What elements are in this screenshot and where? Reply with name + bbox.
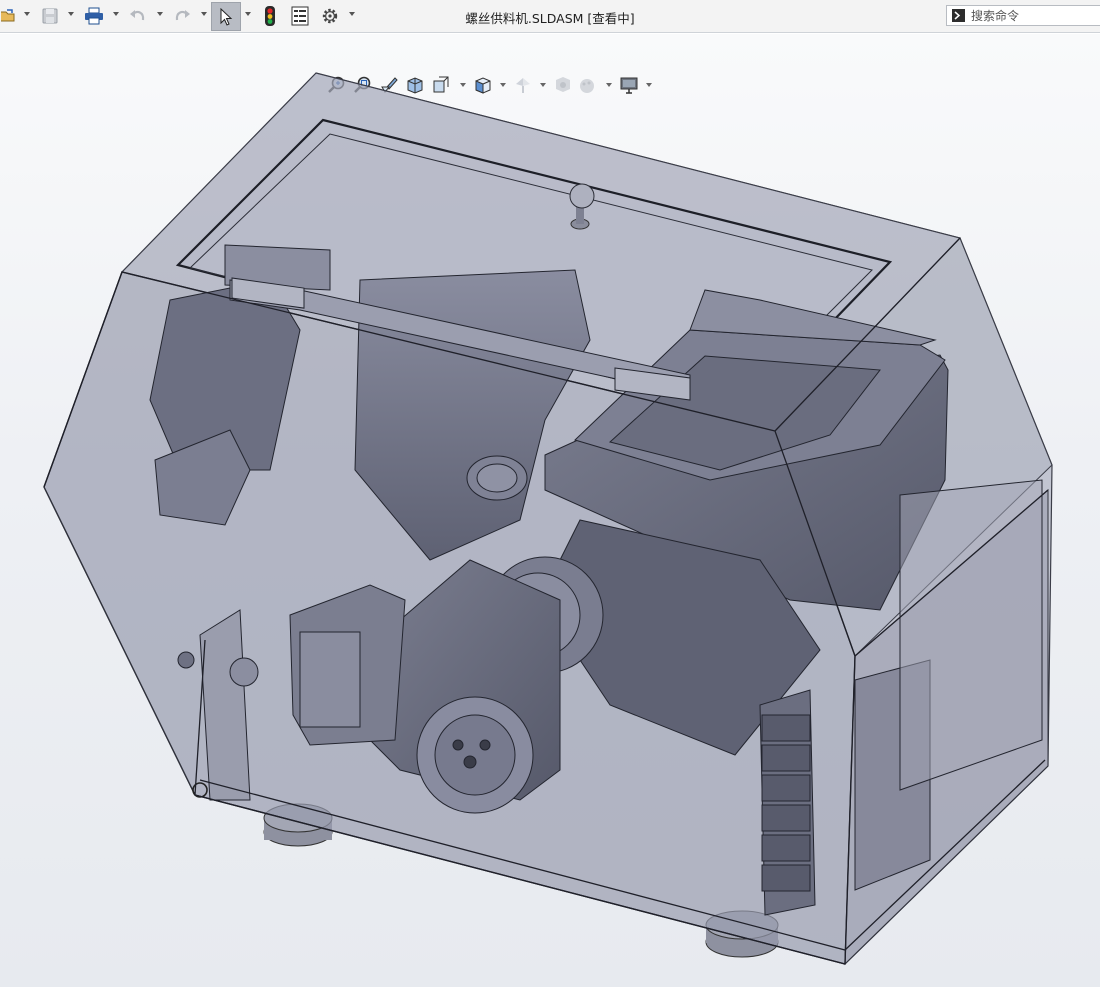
redo-dropdown[interactable] (201, 12, 207, 16)
redo-button[interactable] (170, 4, 194, 28)
file-properties-icon (291, 6, 309, 26)
open-icon (1, 9, 15, 22)
gear-icon (322, 8, 338, 24)
redo-icon (175, 10, 190, 21)
save-dropdown[interactable] (68, 12, 74, 16)
save-button[interactable] (38, 4, 62, 28)
select-dropdown[interactable] (245, 12, 251, 16)
open-dropdown[interactable] (24, 12, 30, 16)
print-icon (85, 7, 103, 25)
rebuild-button[interactable] (260, 4, 280, 28)
save-icon (42, 8, 58, 24)
document-title: 螺丝供料机.SLDASM [查看中] (465, 11, 635, 26)
open-button[interactable] (0, 4, 18, 28)
select-button[interactable] (211, 2, 241, 31)
title-bar: 螺丝供料机.SLDASM [查看中] (0, 0, 1100, 33)
print-dropdown[interactable] (113, 12, 119, 16)
file-properties-button[interactable] (289, 4, 311, 28)
command-search[interactable] (946, 5, 1100, 26)
command-prompt-icon (952, 9, 965, 22)
undo-dropdown[interactable] (157, 12, 163, 16)
traffic-light-icon (265, 6, 275, 26)
undo-button[interactable] (126, 4, 150, 28)
search-input[interactable] (971, 8, 1091, 23)
undo-icon (130, 10, 145, 21)
graphics-area[interactable] (0, 34, 1100, 987)
assembly-model-view[interactable] (0, 34, 1100, 987)
options-button[interactable] (319, 4, 341, 28)
print-button[interactable] (82, 4, 106, 28)
options-dropdown[interactable] (349, 12, 355, 16)
cursor-arrow-icon (220, 7, 233, 26)
